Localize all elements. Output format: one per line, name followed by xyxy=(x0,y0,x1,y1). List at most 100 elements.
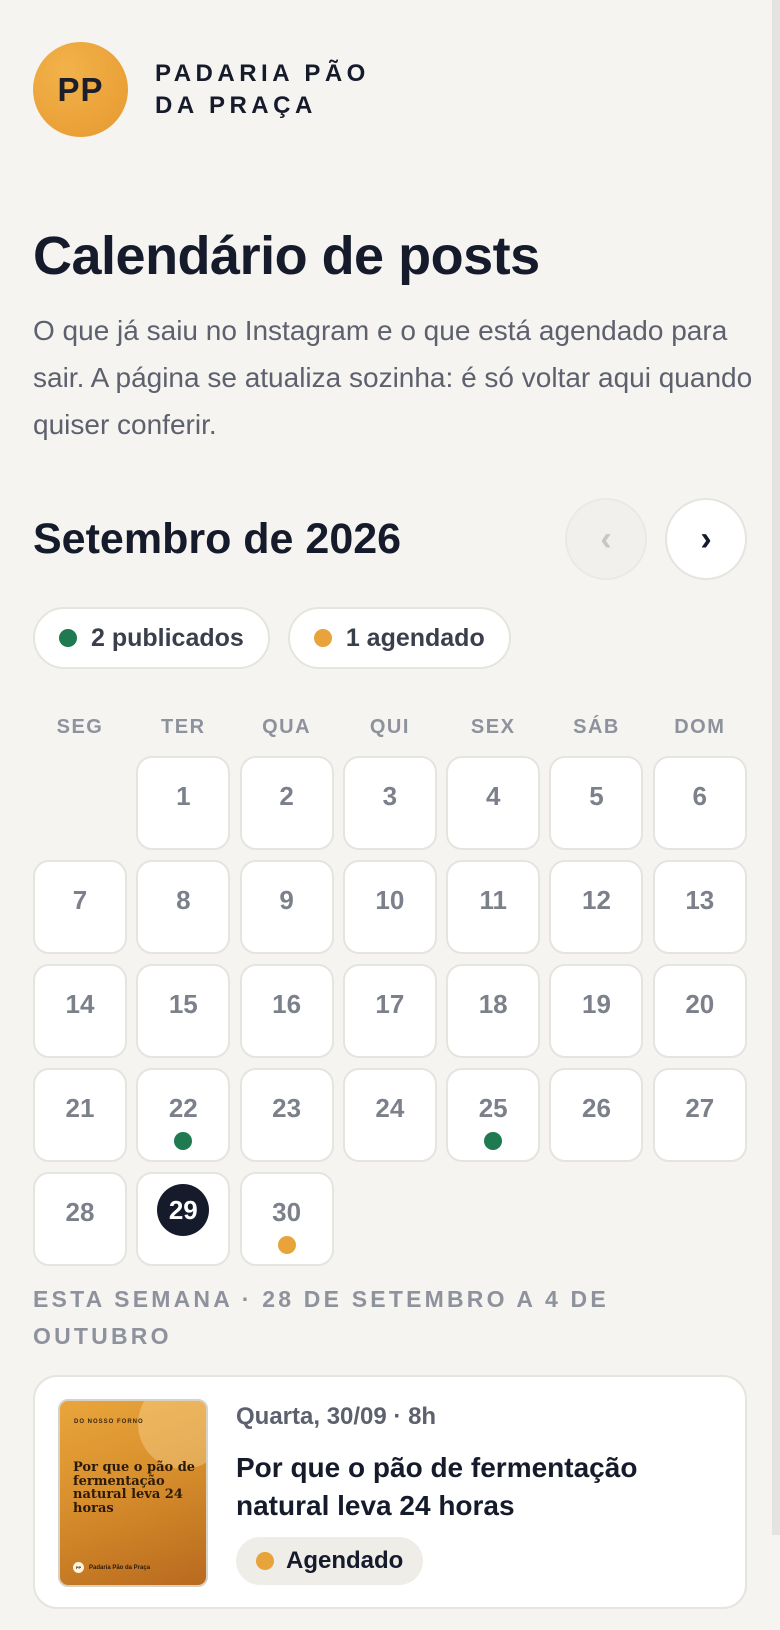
post-thumbnail: DO NOSSO FORNO Por que o pão de fermenta… xyxy=(58,1399,208,1587)
weekday-label: QUI xyxy=(369,716,410,738)
scrollbar-track[interactable] xyxy=(772,0,780,1535)
day-cell-today[interactable]: 29 xyxy=(136,1172,231,1266)
day-cell[interactable]: 30 xyxy=(239,1172,334,1266)
day-number: 10 xyxy=(375,885,405,915)
day-number: 20 xyxy=(685,989,715,1019)
post-card[interactable]: DO NOSSO FORNO Por que o pão de fermenta… xyxy=(33,1375,747,1609)
day-cell[interactable]: 9 xyxy=(239,860,334,954)
day-number: 14 xyxy=(65,989,95,1019)
weekday-label: QUA xyxy=(262,716,312,738)
day-number: 18 xyxy=(478,989,508,1019)
next-month-button[interactable]: › xyxy=(665,498,747,580)
brand-name: PADARIA PÃO DA PRAÇA xyxy=(155,59,370,119)
day-cell[interactable]: 5 xyxy=(549,756,644,850)
day-cell[interactable]: 15 xyxy=(136,964,231,1058)
day-cell[interactable]: 12 xyxy=(549,860,644,954)
calendar-grid: 1 2 3 4 5 6 7 8 9 10 11 12 13 14 15 16 17 18 19 20 21 22 23 24 2… xyxy=(33,756,747,1266)
thumbnail-footer: PP Padaria Pão da Praça xyxy=(73,1562,150,1573)
day-cell[interactable]: 14 xyxy=(33,964,127,1058)
day-number: 7 xyxy=(72,885,88,915)
day-cell[interactable]: 2 xyxy=(239,756,334,850)
day-cell[interactable]: 17 xyxy=(342,964,437,1058)
day-cell[interactable]: 26 xyxy=(549,1068,644,1162)
day-number: 8 xyxy=(176,885,191,915)
thumbnail-glow xyxy=(138,1401,206,1469)
day-number: 27 xyxy=(685,1093,715,1123)
day-number: 28 xyxy=(65,1197,95,1227)
day-cell[interactable]: 8 xyxy=(136,860,231,954)
day-number: 30 xyxy=(272,1197,302,1227)
day-number: 2 xyxy=(279,781,294,811)
brand-header: PP PADARIA PÃO DA PRAÇA xyxy=(33,42,747,137)
day-number: 25 xyxy=(478,1093,508,1123)
day-number: 29 xyxy=(157,1184,210,1236)
weekday-header: SEG TER QUA QUI SEX SÁB DOM xyxy=(33,716,747,739)
day-cell[interactable]: 4 xyxy=(446,756,541,850)
day-number: 13 xyxy=(685,885,715,915)
thumbnail-kicker: DO NOSSO FORNO xyxy=(74,1419,144,1425)
day-cell[interactable]: 13 xyxy=(652,860,747,954)
day-cell[interactable]: 10 xyxy=(342,860,437,954)
week-range-label: ESTA SEMANA · 28 DE SETEMBRO A 4 DE OUTU… xyxy=(33,1286,609,1349)
post-marker-dot-icon xyxy=(484,1132,503,1150)
day-cell[interactable]: 11 xyxy=(446,860,541,954)
day-cell[interactable]: 21 xyxy=(33,1068,127,1162)
day-number: 5 xyxy=(589,781,604,811)
day-number: 15 xyxy=(168,989,198,1019)
day-number: 12 xyxy=(582,885,611,915)
day-number: 22 xyxy=(168,1093,198,1123)
scheduled-count-label: 1 agendado xyxy=(345,623,485,652)
day-cell[interactable]: 6 xyxy=(652,756,747,850)
day-cell[interactable]: 18 xyxy=(446,964,541,1058)
day-number: 11 xyxy=(479,885,507,915)
day-number: 16 xyxy=(272,989,302,1019)
day-cell[interactable]: 1 xyxy=(136,756,231,850)
day-cell[interactable]: 25 xyxy=(446,1068,541,1162)
chevron-left-icon: ‹ xyxy=(600,519,612,558)
day-cell[interactable]: 28 xyxy=(33,1172,127,1266)
scheduled-dot-icon xyxy=(313,629,332,647)
thumbnail-logo-icon: PP xyxy=(73,1562,84,1573)
day-cell[interactable]: 22 xyxy=(136,1068,231,1162)
day-cell[interactable]: 16 xyxy=(239,964,334,1058)
status-label: Agendado xyxy=(286,1547,404,1574)
published-count-label: 2 publicados xyxy=(91,623,244,652)
day-number: 9 xyxy=(279,885,294,915)
day-cell[interactable]: 19 xyxy=(549,964,644,1058)
summary-chips: 2 publicados 1 agendado xyxy=(33,607,747,669)
day-cell[interactable]: 3 xyxy=(342,756,437,850)
day-number: 24 xyxy=(375,1093,405,1123)
status-dot-icon xyxy=(256,1552,274,1570)
post-info: Quarta, 30/09 · 8h Por que o pão de ferm… xyxy=(236,1399,676,1585)
weekday-label: SEX xyxy=(470,716,516,738)
post-title: Por que o pão de fermentação natural lev… xyxy=(236,1452,638,1521)
page-title: Calendário de posts xyxy=(33,226,540,286)
day-cell[interactable]: 27 xyxy=(652,1068,747,1162)
thumbnail-title: Por que o pão de fermentação natural lev… xyxy=(73,1460,196,1516)
day-number: 1 xyxy=(176,781,191,811)
post-marker-dot-icon xyxy=(277,1236,296,1254)
month-title: Setembro de 2026 xyxy=(33,514,402,563)
published-count-chip: 2 publicados xyxy=(33,607,270,669)
empty-day-cell xyxy=(33,756,127,850)
day-number: 4 xyxy=(485,781,501,811)
chevron-right-icon: › xyxy=(700,519,712,558)
published-dot-icon xyxy=(59,629,77,647)
post-date: Quarta, 30/09 · 8h xyxy=(236,1403,437,1430)
post-marker-dot-icon xyxy=(174,1132,193,1150)
day-number: 26 xyxy=(582,1093,611,1123)
day-number: 21 xyxy=(65,1093,95,1123)
day-cell[interactable]: 7 xyxy=(33,860,127,954)
day-cell[interactable]: 24 xyxy=(342,1068,437,1162)
thumbnail-footer-text: Padaria Pão da Praça xyxy=(89,1564,151,1571)
weekday-label: SÁB xyxy=(573,716,620,738)
page: PP PADARIA PÃO DA PRAÇA Calendário de po… xyxy=(0,0,780,1609)
month-nav: ‹ › xyxy=(565,498,747,580)
day-number: 17 xyxy=(375,989,405,1019)
scheduled-count-chip: 1 agendado xyxy=(287,607,511,669)
day-cell[interactable]: 23 xyxy=(239,1068,334,1162)
day-number: 23 xyxy=(272,1093,302,1123)
previous-month-button[interactable]: ‹ xyxy=(565,498,647,580)
weekday-label: SEG xyxy=(56,716,104,738)
day-cell[interactable]: 20 xyxy=(652,964,747,1058)
